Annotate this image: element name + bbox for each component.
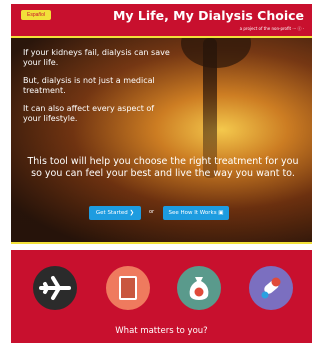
site-header: Español My Life, My Dialysis Choice a pr…: [11, 4, 312, 36]
travel-option[interactable]: [33, 266, 77, 310]
divider-bottom: [11, 242, 312, 244]
hero-line-2: But, dialysis is not just a medical trea…: [23, 76, 155, 95]
page-frame: Español My Life, My Dialysis Choice a pr…: [0, 0, 322, 343]
site-tagline: a project of the non-profit ··· ⓒ ·: [239, 26, 304, 31]
get-started-button[interactable]: Get Started ❯: [89, 206, 141, 220]
hero-line-1: If your kidneys fail, dialysis can save …: [23, 48, 170, 67]
hero-line-3: It can also affect every aspect of your …: [23, 104, 155, 123]
book-icon: [119, 276, 137, 300]
language-button[interactable]: Español: [21, 10, 52, 20]
see-how-it-works-button[interactable]: See How It Works ▣: [163, 206, 229, 220]
reading-option[interactable]: [106, 266, 150, 310]
what-matters-section: What matters to you?: [11, 250, 312, 343]
hero-message: This tool will help you choose the right…: [27, 156, 299, 179]
hero-banner: If your kidneys fail, dialysis can save …: [11, 38, 312, 242]
airplane-icon: [39, 276, 71, 300]
money-bag-icon: [189, 277, 209, 300]
what-matters-heading: What matters to you?: [115, 326, 208, 336]
site-title[interactable]: My Life, My Dialysis Choice: [113, 8, 304, 23]
medication-option[interactable]: [249, 266, 293, 310]
finance-option[interactable]: [177, 266, 221, 310]
or-text: or: [149, 209, 155, 215]
pills-icon: [261, 277, 281, 299]
